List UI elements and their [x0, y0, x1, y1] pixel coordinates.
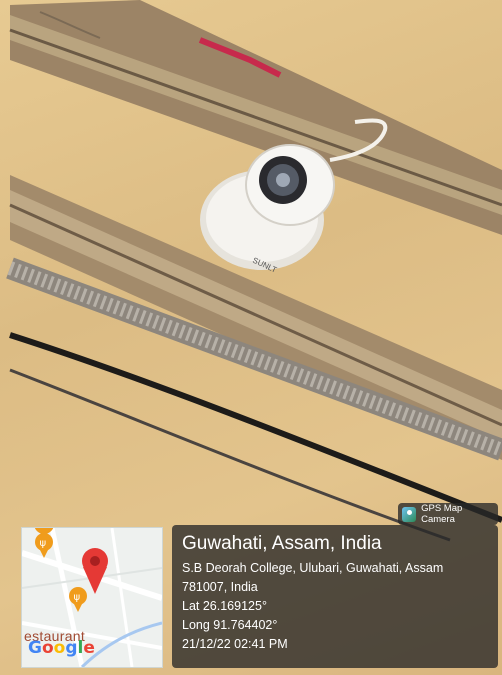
location-info-panel: Guwahati, Assam, India S.B Deorah Colleg…	[172, 525, 498, 668]
address-line-1: S.B Deorah College, Ulubari, Guwahati, A…	[182, 561, 444, 575]
address-line-2: 781007, India	[182, 580, 258, 594]
longitude: Long 91.764402°	[182, 618, 278, 632]
google-logo: Google	[28, 638, 95, 658]
gps-map-camera-icon	[402, 506, 417, 522]
gps-map-camera-badge: GPS Map Camera	[398, 503, 498, 525]
location-title: Guwahati, Assam, India	[182, 533, 382, 554]
datetime: 21/12/22 02:41 PM	[182, 637, 288, 651]
latitude: Lat 26.169125°	[182, 599, 267, 613]
svg-text:ψ: ψ	[74, 592, 81, 603]
dome-camera: SUNLT	[200, 144, 335, 275]
map-thumbnail[interactable]: ψ ψ estaurant Google	[21, 527, 163, 668]
badge-label: GPS Map Camera	[421, 503, 463, 525]
svg-text:ψ: ψ	[40, 538, 47, 549]
